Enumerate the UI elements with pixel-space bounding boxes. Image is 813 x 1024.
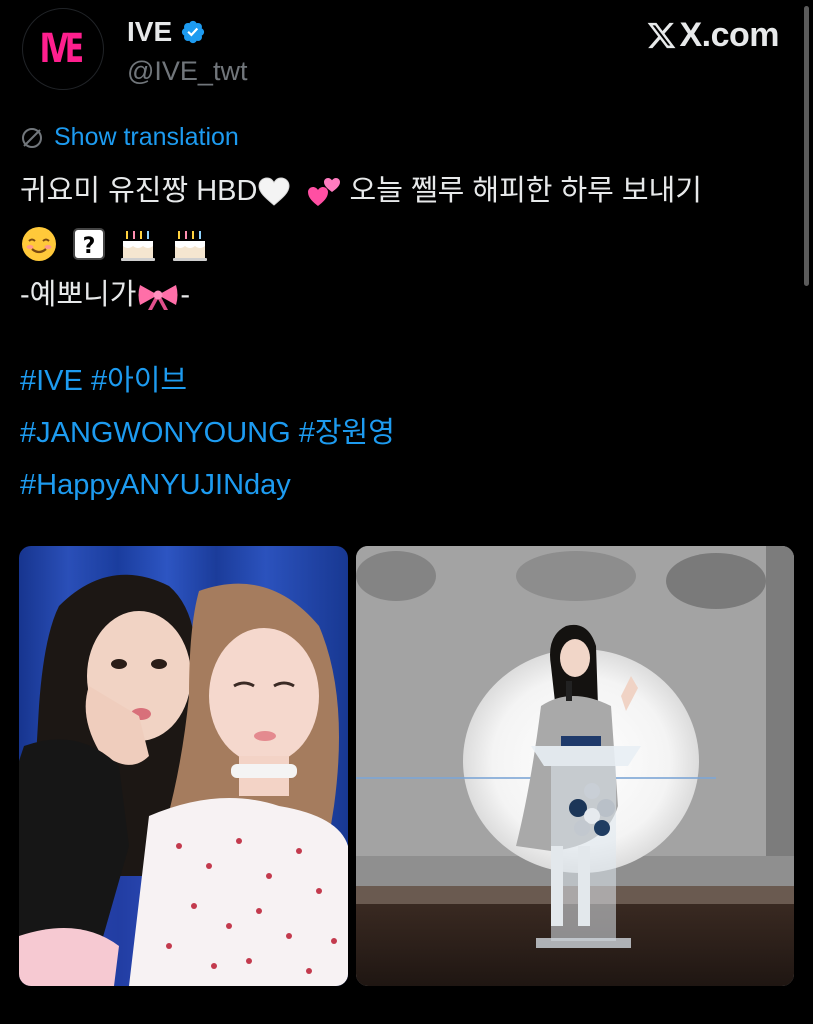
site-watermark: X.com [646,16,779,55]
hashtag-link[interactable]: #JANGWONYOUNG [20,417,291,449]
site-label: X.com [679,16,779,54]
verified-badge-icon [182,20,205,44]
tweet-text-part-2: 오늘 쩰루 해피한 하루 보내기 [341,175,702,207]
two-hearts-icon [306,175,342,209]
tweet-text-part-3: -예뽀니가 [20,279,137,311]
hashtag-link[interactable]: #HappyANYUJINday [20,469,291,501]
ribbon-icon [136,281,180,311]
hashtag-line-3: #HappyANYUJINday [20,459,795,511]
hashtag-link[interactable]: #아이브 [91,365,187,397]
tweet-line-3: -예뽀니가 - [20,269,795,321]
scrollbar[interactable] [804,6,809,286]
show-translation-label: Show translation [54,123,239,151]
tweet-text-part-1: 귀요미 유진짱 HBD [20,175,258,207]
svg-text:?: ? [83,234,96,259]
show-translation-link[interactable]: Show translation [20,123,239,152]
translate-globe-icon [22,127,42,148]
hashtag-line-1: #IVE #아이브 [20,355,795,407]
hashtag-line-2: #JANGWONYOUNG #장원영 [20,407,795,459]
ive-logo: IVE [39,26,84,72]
photo-selfie[interactable] [19,546,348,986]
tweet-text: 귀요미 유진짱 HBD 오늘 쩰루 해피한 하루 보내기 ? -예뽀니가 - #I… [20,165,795,511]
hashtag-link[interactable]: #장원영 [299,417,395,449]
birthday-cake-icon [118,225,158,263]
x-logo-icon [648,22,676,49]
author-name-row: IVE [127,16,206,48]
avatar[interactable]: IVE [22,8,104,90]
tweet-line-2: ? [20,217,795,269]
photo-podium-image [356,546,794,986]
question-mark-box-icon: ? [72,227,106,261]
white-heart-icon [257,177,291,207]
user-handle[interactable]: @IVE_twt [127,56,247,87]
display-name[interactable]: IVE [127,16,172,48]
photo-podium[interactable] [356,546,794,986]
birthday-cake-icon [170,225,210,263]
hashtag-link[interactable]: #IVE [20,365,83,397]
smiling-face-icon [20,225,58,263]
photo-selfie-image [19,546,348,986]
tweet-text-part-4: - [180,279,191,311]
tweet-screenshot: IVE IVE @IVE_twt X.com Show translation … [0,0,813,1024]
tweet-line-1: 귀요미 유진짱 HBD 오늘 쩰루 해피한 하루 보내기 [20,165,795,217]
